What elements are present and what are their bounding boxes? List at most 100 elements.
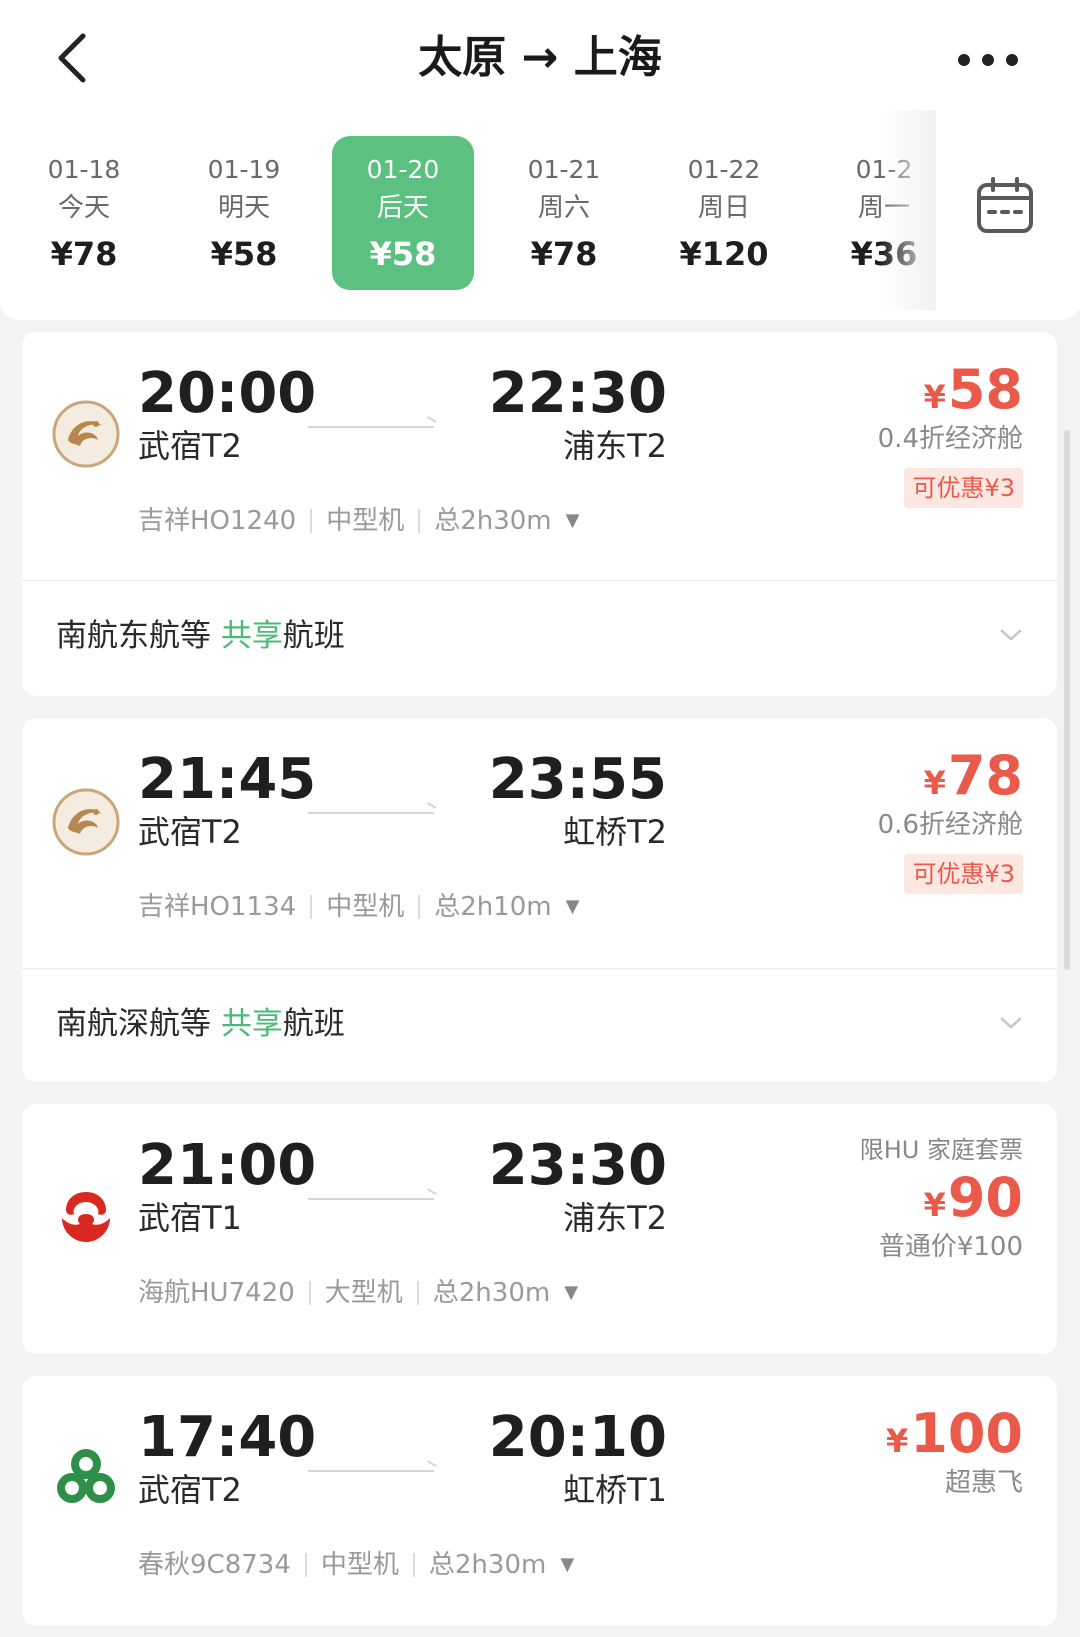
calendar-icon[interactable] xyxy=(974,176,1036,238)
arrival-airport: 虹桥T2 xyxy=(563,813,667,851)
meta-separator xyxy=(310,895,313,919)
date-label: 01-20 xyxy=(366,155,440,184)
route-arrow xyxy=(308,426,434,428)
date-price: ¥78 xyxy=(530,235,598,273)
route-arrow xyxy=(308,1198,434,1200)
arrival-airport: 虹桥T1 xyxy=(563,1471,667,1509)
juneyao-phoenix-logo xyxy=(52,788,120,856)
departure-time: 20:00 xyxy=(138,361,317,426)
flight-number: 海航HU7420 xyxy=(138,1278,295,1308)
date-tab-0122[interactable]: 01-22 周日 ¥120 xyxy=(652,136,796,290)
codeshare-suffix: 航班 xyxy=(282,1006,345,1042)
date-strip-fade xyxy=(880,110,936,310)
more-dot xyxy=(982,54,994,66)
discount-badge: 可优惠¥3 xyxy=(904,468,1023,508)
meta-separator xyxy=(418,895,421,919)
route-arrow xyxy=(308,1470,434,1472)
weekday-label: 后天 xyxy=(376,193,429,223)
date-price: ¥58 xyxy=(210,235,278,273)
price-value: 100 xyxy=(910,1402,1023,1465)
regular-price: 普通价¥100 xyxy=(878,1232,1023,1262)
departure-time: 21:45 xyxy=(138,747,317,812)
flight-duration: 总2h30m xyxy=(432,1278,551,1308)
caret-down-icon[interactable]: ▼ xyxy=(564,1276,578,1310)
currency-symbol: ¥ xyxy=(923,764,946,802)
meta-separator xyxy=(308,1281,311,1305)
caret-down-icon[interactable]: ▼ xyxy=(560,1548,574,1582)
flight-meta: 吉祥HO1134 中型机 总2h10m ▼ xyxy=(138,890,579,924)
more-button[interactable] xyxy=(938,30,1038,90)
currency-symbol: ¥ xyxy=(923,1186,946,1224)
flight-card: 21:00 武宿T1 23:30 浦东T2 海航HU7420 大型机 总2h30… xyxy=(22,1104,1057,1354)
hainan-airlines-logo xyxy=(62,1192,110,1242)
cabin-discount: 0.6折经济舱 xyxy=(877,810,1023,840)
weekday-label: 周日 xyxy=(697,193,750,223)
aircraft-type: 中型机 xyxy=(326,892,405,922)
meta-separator xyxy=(418,509,421,533)
caret-down-icon[interactable]: ▼ xyxy=(566,890,580,924)
date-strip: 01-18 今天 ¥78 01-19 明天 ¥58 01-20 后天 ¥58 0… xyxy=(0,136,936,296)
flight-row[interactable]: 20:00 武宿T2 22:30 浦东T2 吉祥HO1240 中型机 总2h30… xyxy=(22,332,1057,580)
codeshare-label: 南航深航等 共享航班 xyxy=(56,970,345,1078)
top-bar: 太原 → 上海 01-18 今天 ¥78 01-19 明天 ¥58 01-20 … xyxy=(0,0,1080,364)
date-tab-0118[interactable]: 01-18 今天 ¥78 xyxy=(12,136,156,290)
divider xyxy=(22,580,1057,581)
date-label: 01-18 xyxy=(47,155,121,184)
aircraft-type: 中型机 xyxy=(320,1550,399,1580)
arrival-time: 23:30 xyxy=(488,1133,667,1198)
codeshare-row[interactable]: 南航深航等 共享航班 xyxy=(22,970,1057,1078)
flight-card: 17:40 武宿T2 20:10 虹桥T1 春秋9C8734 中型机 总2h30… xyxy=(22,1376,1057,1626)
date-tab-0119[interactable]: 01-19 明天 ¥58 xyxy=(172,136,316,290)
juneyao-phoenix-logo xyxy=(52,400,120,468)
date-price: ¥78 xyxy=(50,235,118,273)
flight-duration: 总2h30m xyxy=(428,1550,547,1580)
arrival-airport: 浦东T2 xyxy=(563,1199,667,1237)
meta-separator xyxy=(412,1553,415,1577)
route-arrow xyxy=(308,812,434,814)
codeshare-highlight: 共享 xyxy=(220,618,283,654)
flight-row[interactable]: 17:40 武宿T2 20:10 虹桥T1 春秋9C8734 中型机 总2h30… xyxy=(22,1376,1057,1626)
arrival-time: 23:55 xyxy=(488,747,667,812)
flight-number: 吉祥HO1240 xyxy=(138,506,297,536)
weekday-label: 周六 xyxy=(537,193,590,223)
spring-airlines-logo xyxy=(57,1449,115,1503)
calendar-column xyxy=(936,110,1080,364)
codeshare-prefix: 南航东航等 xyxy=(56,618,221,654)
codeshare-highlight: 共享 xyxy=(220,1006,283,1042)
flight-row[interactable]: 21:00 武宿T1 23:30 浦东T2 海航HU7420 大型机 总2h30… xyxy=(22,1104,1057,1354)
date-tab-0120-selected[interactable]: 01-20 后天 ¥58 xyxy=(332,136,474,290)
departure-time: 21:00 xyxy=(138,1133,317,1198)
more-dots-icon xyxy=(958,54,970,66)
aircraft-type: 大型机 xyxy=(324,1278,403,1308)
discount-badge: 可优惠¥3 xyxy=(904,854,1023,894)
codeshare-label: 南航东航等 共享航班 xyxy=(56,582,345,690)
page-title: 太原 → 上海 xyxy=(418,32,662,83)
flight-list-page: 太原 → 上海 01-18 今天 ¥78 01-19 明天 ¥58 01-20 … xyxy=(0,0,1080,1637)
departure-airport: 武宿T2 xyxy=(138,813,242,851)
caret-down-icon[interactable]: ▼ xyxy=(566,504,580,538)
cabin-discount: 0.4折经济舱 xyxy=(877,424,1023,454)
flight-number: 春秋9C8734 xyxy=(138,1550,291,1580)
arrival-time: 20:10 xyxy=(488,1405,667,1470)
flight-row[interactable]: 21:45 武宿T2 23:55 虹桥T2 吉祥HO1134 中型机 总2h10… xyxy=(22,718,1057,968)
date-tab-0121[interactable]: 01-21 周六 ¥78 xyxy=(492,136,636,290)
flight-meta: 春秋9C8734 中型机 总2h30m ▼ xyxy=(138,1548,574,1582)
arrival-airport: 浦东T2 xyxy=(563,427,667,465)
chevron-down-icon xyxy=(1000,1017,1022,1029)
arrival-time: 22:30 xyxy=(488,361,667,426)
codeshare-row[interactable]: 南航东航等 共享航班 xyxy=(22,582,1057,690)
departure-airport: 武宿T1 xyxy=(138,1199,242,1237)
codeshare-suffix: 航班 xyxy=(282,618,345,654)
flight-card: 20:00 武宿T2 22:30 浦东T2 吉祥HO1240 中型机 总2h30… xyxy=(22,332,1057,696)
currency-symbol: ¥ xyxy=(886,1422,909,1460)
departure-airport: 武宿T2 xyxy=(138,427,242,465)
date-price: ¥120 xyxy=(679,235,769,273)
meta-separator xyxy=(304,1553,307,1577)
meta-separator xyxy=(416,1281,419,1305)
meta-separator xyxy=(310,509,313,533)
flight-duration: 总2h30m xyxy=(434,506,552,536)
chevron-down-icon xyxy=(1000,629,1022,641)
scrollbar[interactable] xyxy=(1064,430,1070,970)
price-value: 90 xyxy=(947,1166,1023,1229)
flight-duration: 总2h10m xyxy=(434,892,552,922)
